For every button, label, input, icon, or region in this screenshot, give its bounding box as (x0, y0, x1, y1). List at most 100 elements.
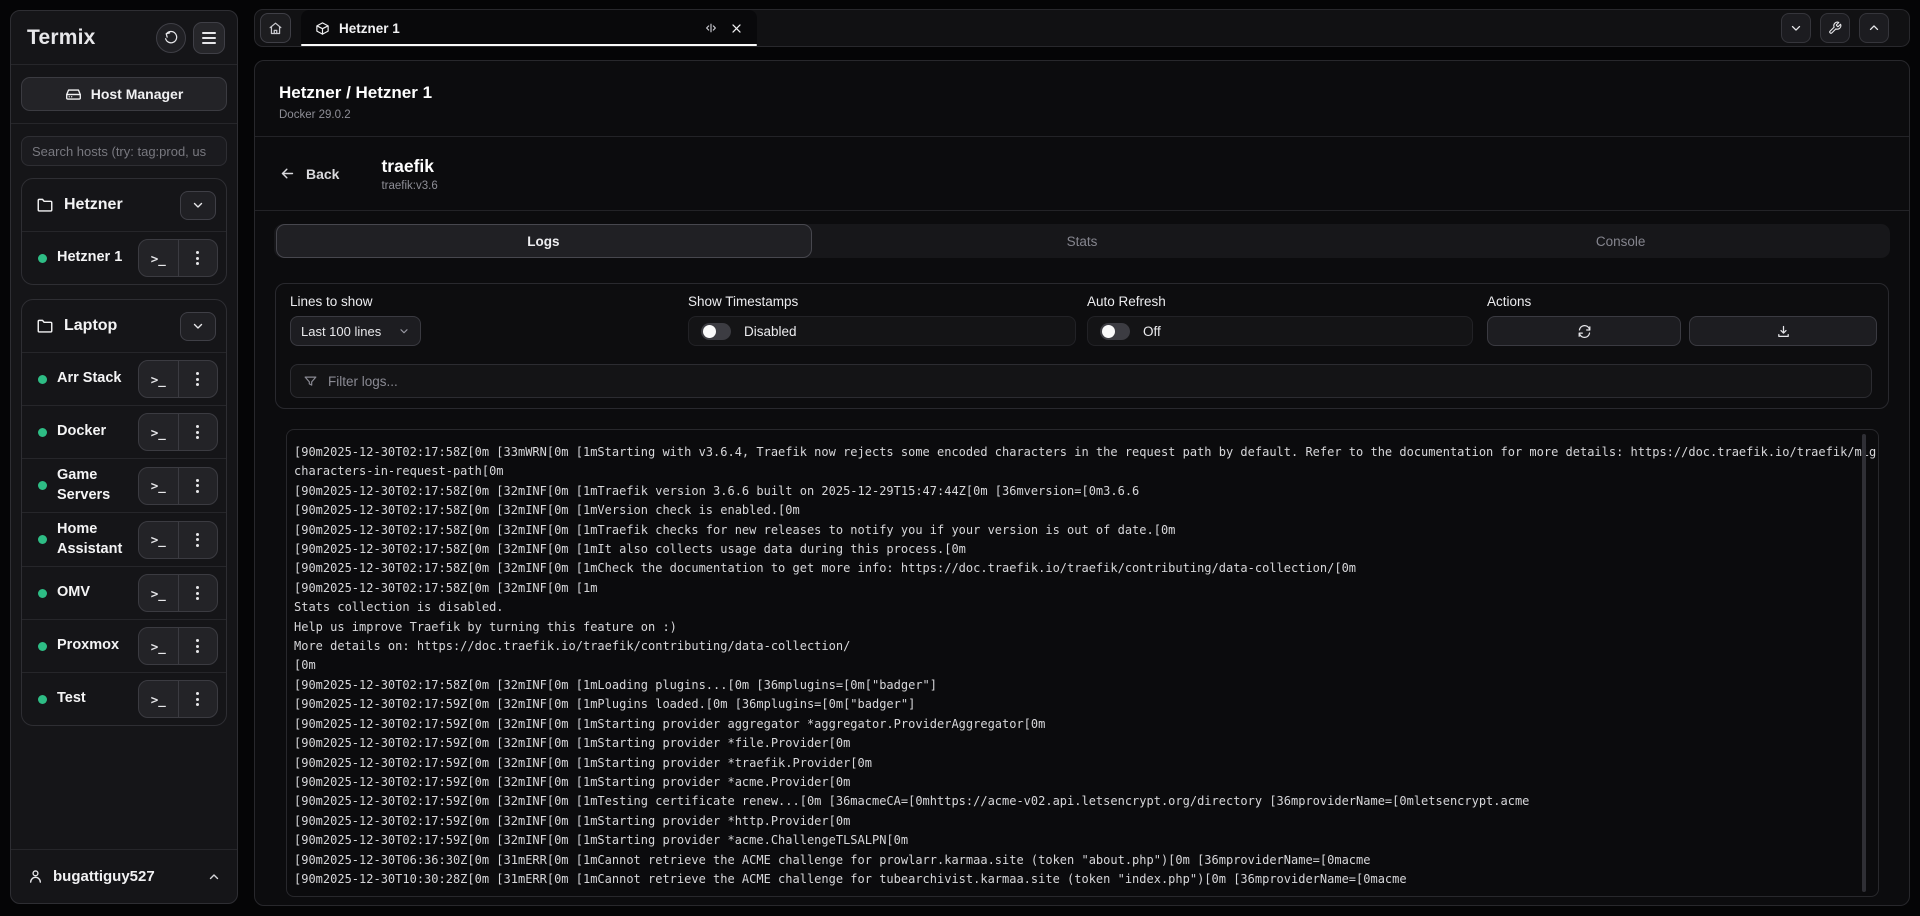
container-header: Back traefik traefik:v3.6 (255, 137, 1909, 211)
user-menu[interactable]: bugattiguy527 (11, 849, 237, 903)
host-row[interactable]: Home Assistant >_ (22, 512, 226, 566)
log-line: [90m2025-12-30T02:17:58Z[0m [33mWRN[0m [… (294, 443, 1852, 462)
host-row[interactable]: Proxmox >_ (22, 619, 226, 672)
chevron-up-icon (1867, 21, 1881, 35)
host-menu-button[interactable] (178, 575, 218, 611)
lines-select[interactable]: Last 100 lines (290, 316, 421, 346)
online-status-dot (38, 535, 47, 544)
host-row[interactable]: Arr Stack >_ (22, 352, 226, 405)
tab-logs[interactable]: Logs (274, 224, 813, 258)
online-status-dot (38, 254, 47, 263)
container-cube-icon (315, 21, 330, 36)
container-image: traefik:v3.6 (381, 180, 437, 192)
host-row[interactable]: OMV >_ (22, 566, 226, 619)
host-menu-button[interactable] (178, 361, 218, 397)
log-scrollbar[interactable] (1862, 434, 1866, 892)
reload-button[interactable] (156, 23, 186, 53)
log-line: [0m (294, 656, 1852, 675)
close-tab-icon[interactable] (730, 22, 743, 35)
host-name: OMV (57, 583, 138, 603)
chevron-down-icon (398, 325, 410, 337)
breadcrumb: Hetzner / Hetzner 1 (279, 83, 1885, 103)
tab-hetzner-1[interactable]: Hetzner 1 (301, 10, 757, 46)
chevron-down-icon (191, 198, 205, 212)
collapse-down-button[interactable] (1781, 13, 1811, 43)
open-terminal-button[interactable]: >_ (139, 414, 178, 450)
host-menu-button[interactable] (178, 522, 218, 558)
active-tab-underline (301, 44, 757, 46)
autorefresh-state: Off (1143, 324, 1161, 339)
home-icon (268, 21, 283, 36)
log-output-panel[interactable]: [90m2025-12-30T02:17:58Z[0m [33mWRN[0m [… (286, 429, 1879, 897)
kebab-menu-icon (196, 479, 199, 493)
arrow-left-icon (279, 165, 296, 182)
log-line: [90m2025-12-30T02:17:59Z[0m [32mINF[0m [… (294, 715, 1852, 734)
host-row[interactable]: Docker >_ (22, 405, 226, 458)
home-button[interactable] (260, 13, 291, 43)
host-menu-button[interactable] (178, 240, 218, 276)
log-line: [90m2025-12-30T02:17:58Z[0m [32mINF[0m [… (294, 676, 1852, 695)
group-collapse-button[interactable] (180, 191, 216, 220)
autorefresh-toggle[interactable] (1100, 323, 1130, 340)
log-line: [90m2025-12-30T06:36:30Z[0m [31mERR[0m [… (294, 851, 1852, 870)
host-name: Hetzner 1 (57, 248, 138, 268)
group-collapse-button[interactable] (180, 312, 216, 341)
host-name: Proxmox (57, 636, 138, 656)
log-line: characters-in-request-path[0m (294, 462, 1852, 481)
host-row[interactable]: Game Servers >_ (22, 458, 226, 512)
host-menu-button[interactable] (178, 468, 218, 504)
online-status-dot (38, 642, 47, 651)
folder-icon (36, 196, 54, 214)
collapse-up-button[interactable] (1859, 13, 1889, 43)
log-line: [90m2025-12-30T02:17:59Z[0m [32mINF[0m [… (294, 695, 1852, 714)
tab-console[interactable]: Console (1351, 224, 1890, 258)
log-line: [90m2025-12-30T02:17:58Z[0m [32mINF[0m [… (294, 482, 1852, 501)
log-line: [90m2025-12-30T02:17:58Z[0m [32mINF[0m [… (294, 540, 1852, 559)
log-line: [90m2025-12-30T02:17:58Z[0m [32mINF[0m [… (294, 501, 1852, 520)
host-group-hetzner: Hetzner Hetzner 1 >_ (21, 178, 227, 285)
open-terminal-button[interactable]: >_ (139, 522, 178, 558)
sidebar-host-list[interactable]: Hetzner Hetzner 1 >_ (11, 124, 237, 849)
chevron-down-icon (191, 319, 205, 333)
back-button[interactable]: Back (279, 165, 339, 182)
host-menu-button[interactable] (178, 681, 218, 717)
host-menu-button[interactable] (178, 414, 218, 450)
group-header[interactable]: Laptop (22, 300, 226, 352)
online-status-dot (38, 695, 47, 704)
open-terminal-button[interactable]: >_ (139, 468, 178, 504)
host-manager-button[interactable]: Host Manager (21, 77, 227, 111)
host-name: Home Assistant (57, 520, 138, 559)
folder-icon (36, 317, 54, 335)
open-terminal-button[interactable]: >_ (139, 575, 178, 611)
host-name: Docker (57, 422, 138, 442)
lines-to-show-label: Lines to show (290, 294, 373, 309)
download-logs-button[interactable] (1689, 316, 1877, 346)
log-line: [90m2025-12-30T02:17:58Z[0m [32mINF[0m [… (294, 579, 1852, 598)
host-menu-button[interactable] (178, 628, 218, 664)
host-row[interactable]: Hetzner 1 >_ (22, 231, 226, 284)
download-icon (1776, 324, 1791, 339)
host-row[interactable]: Test >_ (22, 672, 226, 725)
filter-logs-input[interactable] (328, 374, 1859, 389)
refresh-logs-button[interactable] (1487, 316, 1681, 346)
log-controls: Lines to show Show Timestamps Auto Refre… (275, 283, 1889, 409)
filter-funnel-icon (303, 374, 318, 389)
timestamps-toggle[interactable] (701, 323, 731, 340)
split-view-icon[interactable] (704, 21, 718, 35)
search-hosts-input[interactable] (21, 136, 227, 166)
log-line: [90m2025-12-30T02:17:59Z[0m [32mINF[0m [… (294, 754, 1852, 773)
open-terminal-button[interactable]: >_ (139, 681, 178, 717)
group-header[interactable]: Hetzner (22, 179, 226, 231)
tab-bar: Hetzner 1 (254, 9, 1910, 47)
reload-icon (164, 30, 179, 45)
kebab-menu-icon (196, 372, 199, 386)
open-terminal-button[interactable]: >_ (139, 628, 178, 664)
kebab-menu-icon (196, 586, 199, 600)
tab-stats[interactable]: Stats (813, 224, 1352, 258)
open-terminal-button[interactable]: >_ (139, 361, 178, 397)
tools-button[interactable] (1820, 13, 1850, 43)
log-line: Stats collection is disabled. (294, 598, 1852, 617)
sidebar-menu-button[interactable] (193, 22, 225, 54)
kebab-menu-icon (196, 639, 199, 653)
open-terminal-button[interactable]: >_ (139, 240, 178, 276)
